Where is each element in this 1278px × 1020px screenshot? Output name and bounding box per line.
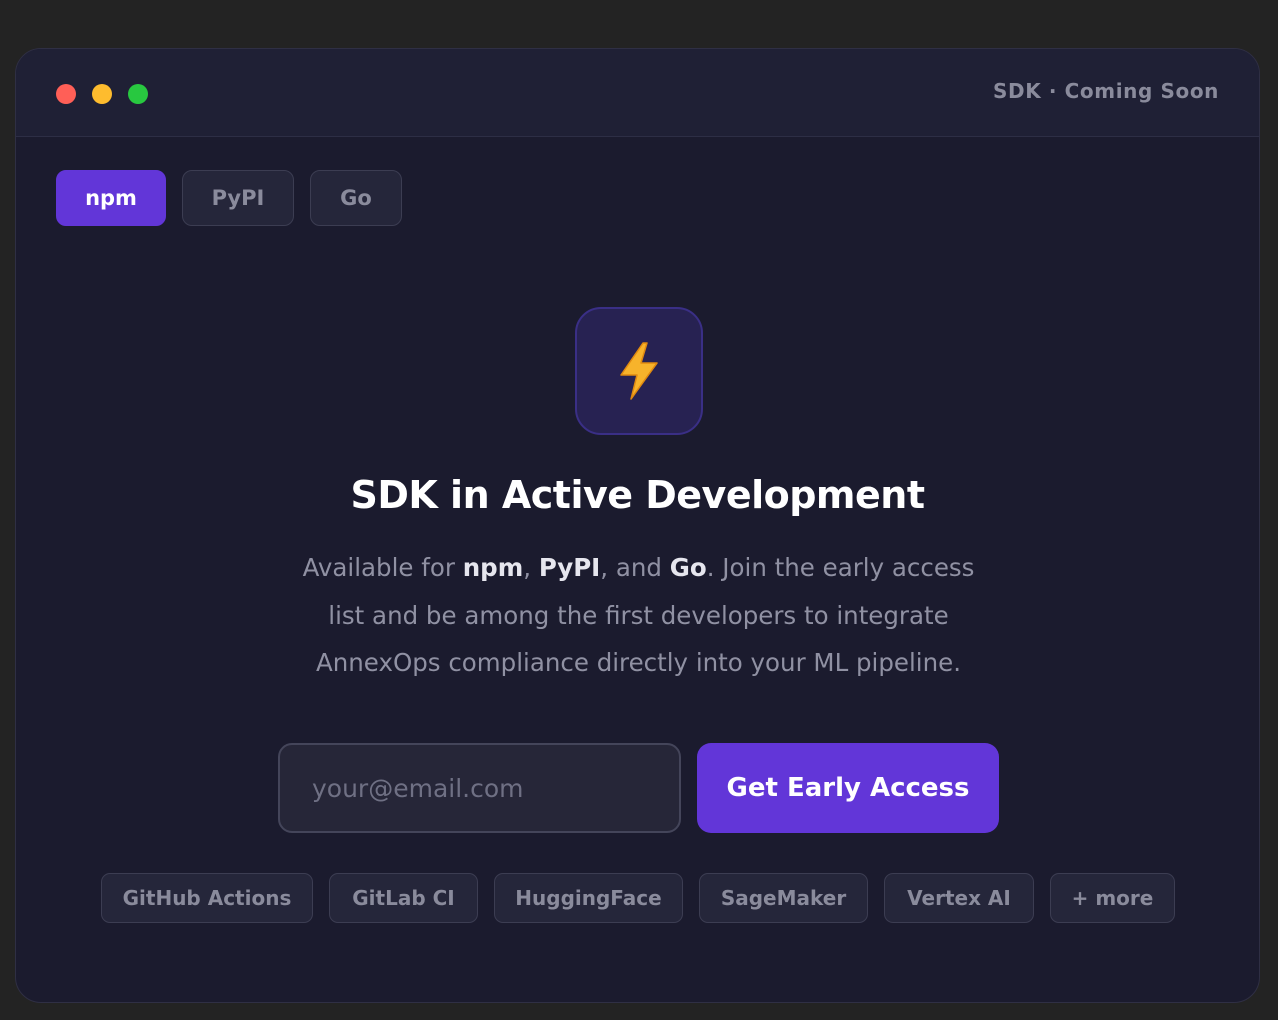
tab-npm[interactable]: npm [56, 170, 166, 226]
get-early-access-button[interactable]: Get Early Access [697, 743, 999, 833]
close-window-button[interactable] [56, 84, 76, 104]
email-input[interactable] [278, 743, 681, 833]
sdk-window: SDK · Coming Soon npm PyPI Go SDK in Act… [15, 48, 1260, 1003]
desc-sep1: , [523, 553, 539, 582]
tab-pypi[interactable]: PyPI [182, 170, 294, 226]
minimize-window-button[interactable] [92, 84, 112, 104]
integration-sagemaker: SageMaker [699, 873, 868, 923]
tab-go[interactable]: Go [310, 170, 402, 226]
zoom-window-button[interactable] [128, 84, 148, 104]
window-title: SDK · Coming Soon [993, 79, 1219, 103]
lightning-bolt-icon [620, 342, 658, 400]
integration-vertex-ai: Vertex AI [884, 873, 1034, 923]
integration-github-actions: GitHub Actions [101, 873, 313, 923]
desc-sep2: , and [600, 553, 670, 582]
hero-icon-box [575, 307, 703, 435]
desc-go: Go [669, 553, 707, 582]
package-tabs: npm PyPI Go [56, 170, 402, 226]
desc-prefix: Available for [302, 553, 463, 582]
integration-gitlab-ci: GitLab CI [329, 873, 478, 923]
hero-description: Available for npm, PyPI, and Go. Join th… [296, 544, 981, 687]
integration-more: + more [1050, 873, 1175, 923]
page-title: SDK in Active Development [350, 473, 925, 517]
integration-pills: GitHub Actions GitLab CI HuggingFace Sag… [101, 873, 1175, 923]
desc-npm: npm [462, 553, 524, 582]
window-titlebar: SDK · Coming Soon [16, 49, 1259, 137]
desc-pypi: PyPI [538, 553, 601, 582]
integration-huggingface: HuggingFace [494, 873, 683, 923]
